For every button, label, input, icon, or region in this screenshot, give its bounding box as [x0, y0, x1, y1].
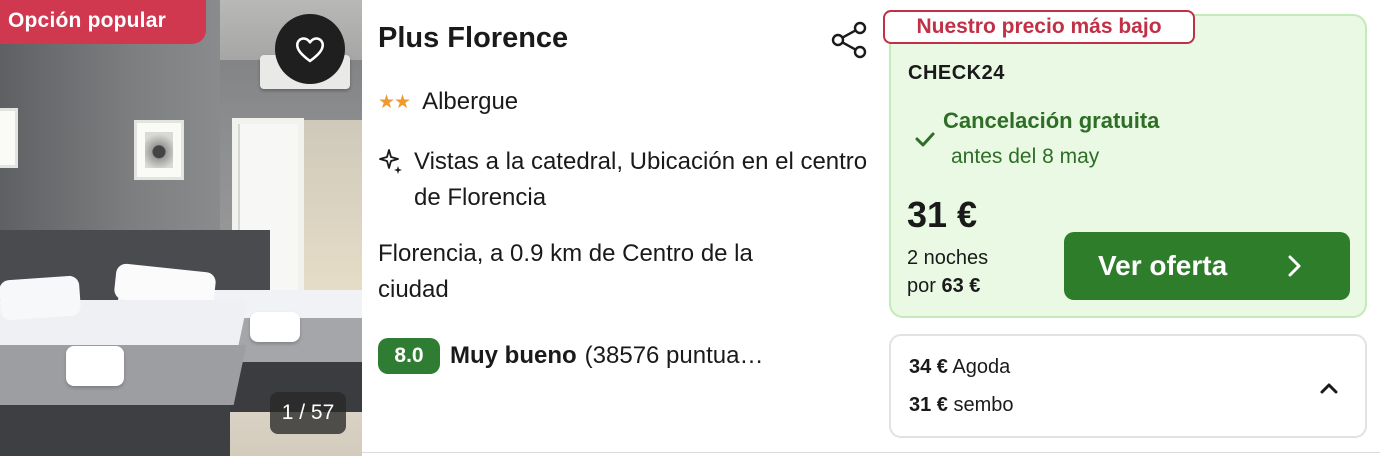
hotel-name[interactable]: Plus Florence [378, 22, 568, 55]
offer-provider: Agoda [952, 356, 1011, 378]
nightly-price: 31 € [907, 194, 978, 235]
free-cancellation-label: Cancelación gratuita [943, 108, 1160, 133]
offer-price: 34 € [909, 356, 948, 378]
heart-outline-icon [295, 37, 325, 63]
offer-row[interactable]: 34 € Agoda [909, 356, 1010, 379]
lowest-price-tag: Nuestro precio más bajo [883, 10, 1195, 44]
total-price-prefix: por [907, 275, 936, 297]
chevron-right-icon [1288, 255, 1301, 277]
total-price-line: por 63 € [907, 272, 988, 300]
total-price-note: 2 noches por 63 € [907, 244, 988, 300]
favorite-button[interactable] [275, 14, 345, 84]
photo-towel-left [66, 346, 124, 386]
rating-row[interactable]: 8.0 Muy bueno (38576 puntua… [378, 338, 763, 374]
share-icon[interactable] [829, 20, 869, 60]
offer-provider: sembo [953, 394, 1014, 416]
view-offer-button[interactable]: Ver oferta [1064, 232, 1350, 300]
photo-hallway [300, 120, 362, 310]
popular-badge: Opción popular [0, 0, 206, 44]
hotel-photo[interactable]: Opción popular 1 / 57 [0, 0, 362, 456]
sparkle-icon [379, 149, 402, 174]
hotel-type: Albergue [422, 88, 519, 115]
offer-row[interactable]: 31 € sembo [909, 394, 1014, 417]
offer-price: 31 € [909, 394, 948, 416]
cancellation-deadline: antes del 8 may [951, 145, 1100, 168]
photo-wall-art [134, 120, 184, 180]
chevron-up-icon[interactable] [1317, 376, 1341, 400]
other-offers-panel[interactable]: 34 € Agoda 31 € sembo [889, 334, 1367, 438]
checkmark-icon [915, 132, 935, 147]
hotel-location: Florencia, a 0.9 km de Centro de la ciud… [378, 240, 753, 303]
rating-score-badge: 8.0 [378, 338, 440, 374]
rating-label: Muy bueno [450, 342, 577, 369]
nights-count: 2 noches [907, 247, 989, 269]
rating-count: (38576 puntua… [584, 342, 764, 369]
divider [362, 452, 1380, 453]
photo-bed-left-base [0, 405, 230, 456]
photo-counter: 1 / 57 [270, 392, 346, 434]
deal-provider: CHECK24 [908, 62, 1005, 84]
highlight-text: Vistas a la catedral, Ubicación en el ce… [414, 148, 868, 211]
star-rating-icon: ★★ [378, 91, 411, 113]
hotel-highlights: Vistas a la catedral, Ubicación en el ce… [376, 144, 894, 216]
hotel-type-row: ★★ Albergue [378, 88, 518, 116]
photo-wall-art-left [0, 108, 18, 168]
total-price-value: 63 € [941, 275, 981, 297]
photo-towel-right [250, 312, 300, 342]
view-offer-label: Ver oferta [1098, 250, 1228, 281]
photo-pillow-left [0, 275, 82, 321]
